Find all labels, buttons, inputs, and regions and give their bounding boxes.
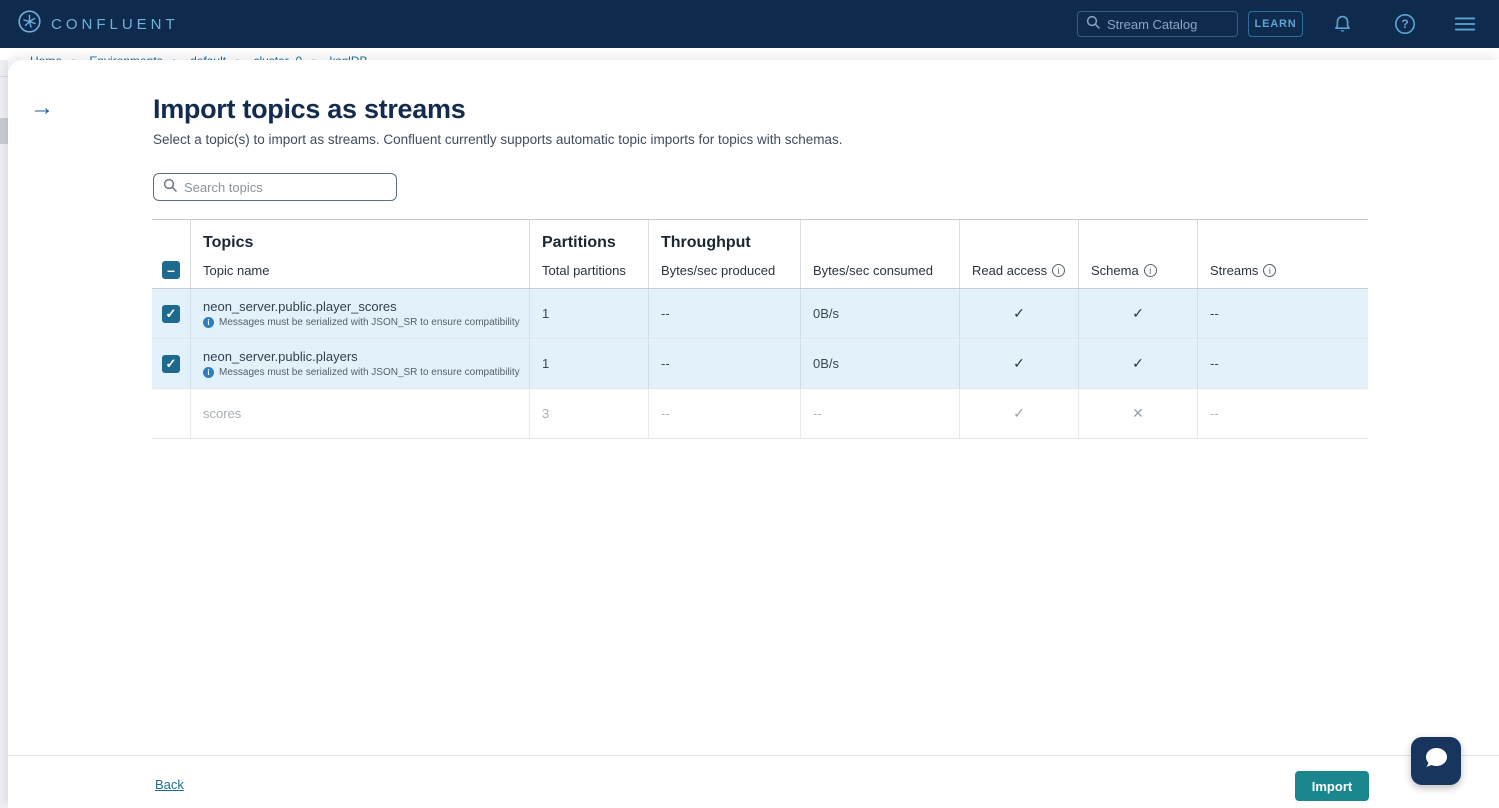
collapse-panel-arrow-icon[interactable]: → [30,96,54,120]
help-icon[interactable]: ? [1393,12,1417,36]
page-subtitle: Select a topic(s) to import as streams. … [153,132,843,147]
header-topics: Topics Topic name [190,220,529,288]
search-topics-input[interactable] [184,180,374,195]
table-row-scores: scores 3 -- -- ✓ ✕ -- [152,389,1368,439]
import-topics-panel: → Import topics as streams Select a topi… [8,60,1499,808]
notifications-bell-icon[interactable] [1330,12,1354,36]
topic-name: neon_server.public.players [203,349,358,364]
table-row-player-scores[interactable]: ✓ neon_server.public.player_scores i Mes… [152,289,1368,339]
stream-catalog-search[interactable] [1077,11,1238,37]
read-access-check-icon: ✓ [1013,355,1025,372]
topic-name: scores [203,406,241,421]
topics-table: – Topics Topic name Partitions Total par… [152,219,1368,439]
streams-value: -- [1197,289,1368,338]
confluent-logo[interactable]: CONFLUENT [18,10,179,38]
table-header: – Topics Topic name Partitions Total par… [152,219,1368,289]
page-title: Import topics as streams [153,94,465,125]
schema-info-icon[interactable]: i [1144,264,1157,277]
column-topic-name: Topic name [203,263,269,278]
bytes-produced-value: -- [648,389,800,438]
footer-divider [8,755,1499,756]
bytes-consumed-value: 0B/s [800,339,959,388]
topic-note: i Messages must be serialized with JSON_… [203,367,520,378]
search-topics-field[interactable] [153,173,397,201]
topic-name: neon_server.public.player_scores [203,299,397,314]
row-checkbox[interactable]: ✓ [162,305,180,323]
streams-info-icon[interactable]: i [1263,264,1276,277]
read-access-check-icon: ✓ [1013,405,1025,422]
bytes-produced-value: -- [648,289,800,338]
partitions-value: 1 [529,339,648,388]
chat-bubble-icon [1422,746,1450,777]
learn-button[interactable]: LEARN [1248,11,1303,37]
bytes-consumed-value: -- [800,389,959,438]
brand-name: CONFLUENT [51,16,179,33]
confluent-logo-icon [18,10,41,38]
streams-value: -- [1197,389,1368,438]
header-streams: Streams i [1197,220,1368,288]
select-all-checkbox[interactable]: – [162,261,180,279]
header-throughput-produced: Throughput Bytes/sec produced [648,220,800,288]
partitions-value: 1 [529,289,648,338]
bytes-consumed-value: 0B/s [800,289,959,338]
column-total-partitions: Total partitions [542,263,626,278]
schema-cross-icon: ✕ [1132,405,1144,422]
divider [0,76,8,77]
header-partitions: Partitions Total partitions [529,220,648,288]
search-icon [1086,15,1100,34]
top-navigation-bar: CONFLUENT LEARN ? [0,0,1499,48]
partitions-value: 3 [529,389,648,438]
read-access-info-icon[interactable]: i [1052,264,1065,277]
bytes-produced-value: -- [648,339,800,388]
table-row-players[interactable]: ✓ neon_server.public.players i Messages … [152,339,1368,389]
row-checkbox[interactable]: ✓ [162,355,180,373]
schema-check-icon: ✓ [1132,305,1144,322]
column-schema: Schema [1091,263,1139,278]
svg-text:?: ? [1401,17,1408,31]
topic-note: i Messages must be serialized with JSON_… [203,317,520,328]
info-icon: i [203,317,214,328]
search-icon [163,178,177,197]
row-checkbox-placeholder [152,389,190,438]
import-button[interactable]: Import [1295,771,1369,801]
header-read-access: Read access i [959,220,1078,288]
streams-value: -- [1197,339,1368,388]
stream-catalog-input[interactable] [1107,17,1227,32]
column-bytes-produced: Bytes/sec produced [661,263,775,278]
header-schema: Schema i [1078,220,1197,288]
header-throughput-consumed: Bytes/sec consumed [800,220,959,288]
schema-check-icon: ✓ [1132,355,1144,372]
back-link[interactable]: Back [155,777,184,792]
column-streams: Streams [1210,263,1258,278]
info-icon: i [203,367,214,378]
collapsed-panel-edge [0,118,8,144]
column-read-access: Read access [972,263,1047,278]
page-left-edge [0,60,8,808]
chat-widget-button[interactable] [1411,737,1461,785]
header-select-all-cell: – [152,220,190,288]
read-access-check-icon: ✓ [1013,305,1025,322]
hamburger-menu-icon[interactable] [1453,12,1477,36]
column-bytes-consumed: Bytes/sec consumed [813,263,933,278]
